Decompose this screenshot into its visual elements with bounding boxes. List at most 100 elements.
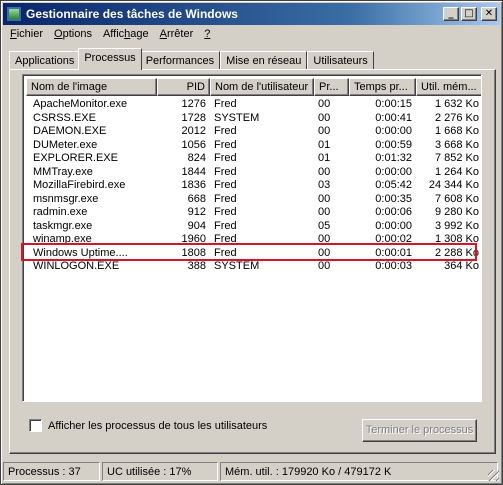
process-user: Fred — [214, 165, 237, 178]
process-name: msnmsgr.exe — [33, 192, 99, 205]
process-pid: 824 — [187, 152, 206, 164]
process-cpu-time: 0:00:01 — [375, 246, 412, 259]
process-cpu: 00 — [318, 125, 331, 137]
tab-applications[interactable]: Applications — [9, 51, 81, 70]
tab-performances[interactable]: Performances — [139, 51, 221, 70]
process-cpu: 00 — [318, 192, 331, 205]
process-row[interactable]: EXPLORER.EXE 824 Fred 01 0:01:32 7 852 Ko — [26, 152, 481, 166]
process-memory: 1 668 Ko — [434, 125, 479, 137]
status-process-count: Processus : 37 — [3, 462, 100, 481]
process-user: Fred — [214, 206, 237, 218]
column-header-pid[interactable]: PID — [157, 78, 210, 96]
process-memory: 2 288 Ko — [434, 246, 479, 259]
process-row[interactable]: Windows Uptime.... 1808 Fred 00 0:00:01 2 288… — [26, 246, 481, 261]
maximize-button[interactable]: □ — [461, 7, 477, 21]
process-cpu: 00 — [318, 165, 331, 178]
process-memory: 24 344 Ko — [428, 179, 479, 191]
process-row[interactable]: taskmgr.exe 904 Fred 05 0:00:00 3 992 Ko — [26, 219, 481, 234]
process-list-header: Nom de l'image PID Nom de l'utilisateur … — [26, 78, 481, 96]
process-user: Fred — [214, 98, 237, 110]
show-all-processes-option[interactable]: Afficher les processus de tous les utili… — [29, 419, 267, 432]
process-cpu-time: 0:00:03 — [375, 260, 412, 272]
column-header-cpu[interactable]: Pr... — [314, 78, 349, 96]
column-header-user-name[interactable]: Nom de l'utilisateur — [210, 78, 314, 96]
process-cpu-time: 0:00:02 — [375, 233, 412, 245]
task-manager-window: Gestionnaire des tâches de Windows _ □ ✕… — [0, 0, 503, 485]
column-header-image-name[interactable]: Nom de l'image — [26, 78, 157, 96]
process-memory: 1 264 Ko — [434, 165, 479, 178]
process-cpu: 00 — [318, 98, 331, 110]
process-memory: 3 992 Ko — [434, 219, 479, 232]
tab-mise-en-reseau[interactable]: Mise en réseau — [220, 51, 308, 70]
status-cpu-usage: UC utilisée : 17% — [102, 462, 218, 481]
process-cpu: 03 — [318, 179, 331, 191]
menu-options[interactable]: Options — [49, 26, 98, 44]
process-row[interactable]: MozillaFirebird.exe 1836 Fred 03 0:05:42 24 3… — [26, 179, 481, 193]
process-cpu: 00 — [318, 246, 331, 259]
process-pid: 2012 — [181, 125, 206, 137]
process-memory: 3 668 Ko — [434, 138, 479, 151]
menu-arreter[interactable]: Arrêter — [155, 26, 200, 44]
process-pid: 1056 — [181, 138, 206, 151]
process-cpu: 00 — [318, 111, 331, 124]
process-user: Fred — [214, 246, 237, 259]
process-cpu-time: 0:00:15 — [375, 98, 412, 110]
process-cpu-time: 0:00:35 — [375, 192, 412, 205]
process-pid: 1844 — [181, 165, 206, 178]
process-name: DAEMON.EXE — [33, 125, 107, 137]
process-cpu-time: 0:00:41 — [375, 111, 412, 124]
process-row[interactable]: MMTray.exe 1844 Fred 00 0:00:00 1 264 Ko — [26, 165, 481, 180]
process-user: Fred — [214, 192, 237, 205]
process-cpu-time: 0:05:42 — [375, 179, 412, 191]
end-process-button[interactable]: Terminer le processus — [362, 419, 477, 442]
process-row[interactable]: ApacheMonitor.exe 1276 Fred 00 0:00:15 1 632 … — [26, 98, 481, 112]
process-name: Windows Uptime.... — [33, 246, 128, 259]
process-row[interactable]: DUMeter.exe 1056 Fred 01 0:00:59 3 668 Ko — [26, 138, 481, 153]
menu-help[interactable]: ? — [199, 26, 216, 44]
process-cpu: 00 — [318, 260, 331, 272]
close-button[interactable]: ✕ — [481, 7, 497, 21]
show-all-processes-checkbox[interactable] — [29, 419, 42, 432]
process-cpu: 05 — [318, 219, 331, 232]
column-header-cpu-time[interactable]: Temps pr... — [349, 78, 416, 96]
tab-processus[interactable]: Processus — [78, 48, 142, 70]
minimize-button[interactable]: _ — [443, 7, 459, 21]
process-cpu-time: 0:00:00 — [375, 219, 412, 232]
process-memory: 364 Ko — [444, 260, 479, 272]
task-manager-icon — [6, 6, 22, 22]
process-user: Fred — [214, 233, 237, 245]
process-memory: 9 280 Ko — [434, 206, 479, 218]
process-pid: 1960 — [181, 233, 206, 245]
process-name: EXPLORER.EXE — [33, 152, 118, 164]
title-bar[interactable]: Gestionnaire des tâches de Windows _ □ ✕ — [3, 3, 500, 25]
process-row[interactable]: CSRSS.EXE 1728 SYSTEM 00 0:00:41 2 276 Ko — [26, 111, 481, 126]
process-user: Fred — [214, 219, 237, 232]
process-row[interactable]: winamp.exe 1960 Fred 00 0:00:02 1 308 Ko — [26, 233, 481, 247]
process-name: MozillaFirebird.exe — [33, 179, 126, 191]
process-row[interactable]: radmin.exe 912 Fred 00 0:00:06 9 280 Ko — [26, 206, 481, 220]
process-pid: 1276 — [181, 98, 206, 110]
tab-strip: Applications Processus Performances Mise… — [9, 48, 374, 70]
process-row[interactable]: WINLOGON.EXE 388 SYSTEM 00 0:00:03 364 Ko — [26, 260, 481, 274]
process-row[interactable]: DAEMON.EXE 2012 Fred 00 0:00:00 1 668 Ko — [26, 125, 481, 139]
menu-affichage[interactable]: Affichage — [98, 26, 155, 44]
process-pid: 1836 — [181, 179, 206, 191]
process-memory: 1 308 Ko — [434, 233, 479, 245]
process-cpu-time: 0:00:06 — [375, 206, 412, 218]
process-pid: 912 — [187, 206, 206, 218]
menu-fichier[interactable]: Fichier — [5, 26, 49, 44]
process-user: SYSTEM — [214, 111, 260, 124]
process-name: WINLOGON.EXE — [33, 260, 120, 272]
tab-utilisateurs[interactable]: Utilisateurs — [307, 51, 374, 70]
process-row[interactable]: msnmsgr.exe 668 Fred 00 0:00:35 7 608 Ko — [26, 192, 481, 207]
window-title: Gestionnaire des tâches de Windows — [26, 7, 238, 21]
resize-grip[interactable] — [488, 470, 499, 481]
show-all-processes-label: Afficher les processus de tous les utili… — [48, 419, 268, 432]
process-name: radmin.exe — [33, 206, 88, 218]
process-name: ApacheMonitor.exe — [33, 98, 128, 110]
column-header-mem-usage[interactable]: Util. mém... — [416, 78, 481, 96]
process-memory: 7 852 Ko — [434, 152, 479, 164]
process-user: SYSTEM — [214, 260, 260, 272]
process-list[interactable]: Nom de l'image PID Nom de l'utilisateur … — [22, 74, 482, 402]
process-memory: 2 276 Ko — [434, 111, 479, 124]
